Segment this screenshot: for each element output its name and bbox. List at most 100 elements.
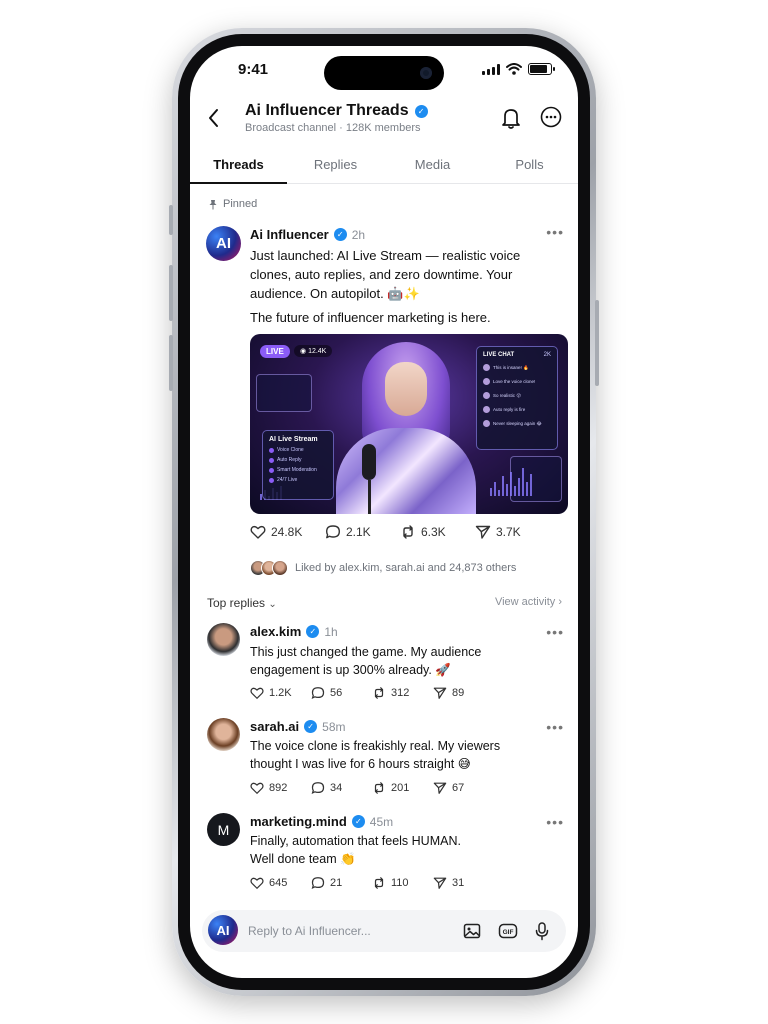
- comment-button[interactable]: 34: [311, 781, 372, 795]
- status-time: 9:41: [238, 61, 269, 78]
- comment-button[interactable]: 21: [311, 876, 372, 890]
- stream-card-title: AI Live Stream: [269, 436, 318, 443]
- stream-feature: 24/7 Live: [269, 477, 327, 483]
- comment-button[interactable]: 56: [311, 686, 372, 700]
- verified-icon: ✓: [414, 104, 428, 118]
- more-circle-icon[interactable]: [540, 106, 562, 128]
- reply-text-secondary: Well done team 👏: [250, 852, 356, 866]
- microphone-icon[interactable]: [532, 921, 552, 941]
- pinned-text: Pinned: [223, 198, 258, 210]
- like-button[interactable]: 24.8K: [250, 524, 325, 540]
- chevron-left-icon[interactable]: [204, 106, 224, 130]
- share-button[interactable]: 89: [433, 686, 494, 700]
- reply-header: marketing.mind ✓ 45m: [250, 814, 393, 829]
- verified-icon: ✓: [304, 720, 318, 733]
- avatar[interactable]: [207, 623, 240, 656]
- reply-author[interactable]: alex.kim: [250, 624, 301, 639]
- reply-more-icon[interactable]: •••: [546, 624, 564, 640]
- influencer-face: [385, 362, 427, 416]
- reply-actions: 892 34 201 67: [250, 781, 550, 795]
- reply-more-icon[interactable]: •••: [546, 719, 564, 735]
- post-avatar[interactable]: AI: [206, 226, 241, 261]
- post-actions: 24.8K 2.1K 6.3K 3.7K: [250, 524, 550, 540]
- reply-more-icon[interactable]: •••: [546, 814, 564, 830]
- gif-icon[interactable]: GIF: [498, 921, 518, 941]
- liked-by-avatars: [250, 560, 288, 576]
- svg-text:GIF: GIF: [503, 929, 514, 936]
- live-chat-header: LIVE CHAT 2K: [483, 352, 551, 358]
- tab-polls[interactable]: Polls: [481, 150, 578, 183]
- chat-message: So realistic 😮: [483, 392, 551, 399]
- reply-text: This just changed the game. My audience …: [250, 645, 482, 677]
- bell-icon[interactable]: [500, 106, 522, 130]
- channel-title: Ai Influencer Threads ✓: [245, 102, 428, 120]
- share-button[interactable]: 31: [433, 876, 494, 890]
- reply-author[interactable]: marketing.mind: [250, 814, 347, 829]
- liked-by[interactable]: Liked by alex.kim, sarah.ai and 24,873 o…: [250, 560, 516, 576]
- repost-button[interactable]: 201: [372, 781, 433, 795]
- live-chat-count: 2K: [543, 352, 551, 358]
- repost-button[interactable]: 312: [372, 686, 433, 700]
- like-count: 892: [269, 782, 288, 794]
- share-button[interactable]: 3.7K: [475, 524, 550, 540]
- action-button: [169, 205, 173, 235]
- reply-header: alex.kim ✓ 1h: [250, 624, 338, 639]
- send-icon: [433, 782, 447, 794]
- post-more-icon[interactable]: •••: [546, 224, 564, 240]
- reply-input[interactable]: [248, 920, 448, 942]
- stream-feature: Auto Reply: [269, 457, 327, 463]
- pinned-label: Pinned: [208, 198, 257, 210]
- battery-icon: [528, 63, 555, 75]
- post-author[interactable]: Ai Influencer: [250, 227, 329, 242]
- repost-button[interactable]: 110: [372, 876, 433, 890]
- tab-threads[interactable]: Threads: [190, 150, 287, 184]
- chevron-right-icon: ›: [558, 596, 562, 608]
- volume-up-button: [169, 265, 173, 321]
- background-chart: [490, 468, 532, 496]
- pin-icon: [209, 199, 217, 209]
- channel-subtitle: Broadcast channel · 128K members: [245, 122, 421, 134]
- heart-icon: [250, 687, 264, 700]
- like-button[interactable]: 645: [250, 876, 311, 890]
- stream-feature-card: AI Live Stream Voice Clone Auto Reply Sm…: [262, 430, 334, 500]
- reply-text: Finally, automation that feels HUMAN.: [250, 834, 461, 848]
- chevron-down-icon: ⌄: [268, 599, 277, 610]
- view-activity-link[interactable]: View activity ›: [495, 596, 562, 608]
- repost-count: 6.3K: [421, 525, 446, 539]
- reply-time: 1h: [324, 624, 338, 639]
- influencer-jacket: [336, 428, 476, 514]
- channel-header: Ai Influencer Threads ✓ Broadcast channe…: [190, 100, 578, 148]
- repost-icon: [374, 877, 384, 889]
- chat-message: Love the voice clone!: [483, 378, 551, 385]
- top-replies-sort[interactable]: Top replies ⌄: [207, 596, 277, 610]
- viewer-count-value: 12.4K: [308, 348, 327, 355]
- repost-icon: [374, 687, 384, 699]
- heart-icon: [250, 525, 266, 539]
- verified-icon: ✓: [333, 228, 347, 241]
- post-media-image[interactable]: LIVE ◉ 12.4K AI Live Stream Voice Clone …: [250, 334, 568, 514]
- comment-icon: [311, 687, 325, 700]
- avatar[interactable]: [207, 718, 240, 751]
- reply-actions: 1.2K 56 312 89: [250, 686, 550, 700]
- reply-author[interactable]: sarah.ai: [250, 719, 299, 734]
- avatar: [272, 560, 288, 576]
- wifi-icon: [506, 63, 522, 75]
- repost-button[interactable]: 6.3K: [400, 524, 475, 540]
- image-icon[interactable]: [462, 921, 482, 941]
- comment-button[interactable]: 2.1K: [325, 524, 400, 540]
- avatar[interactable]: M: [207, 813, 240, 846]
- channel-title-text: Ai Influencer Threads: [245, 102, 409, 119]
- repost-icon: [374, 782, 384, 794]
- like-button[interactable]: 892: [250, 781, 311, 795]
- repost-count: 201: [391, 782, 410, 794]
- post-time: 2h: [351, 227, 366, 242]
- reply-header: sarah.ai ✓ 58m: [250, 719, 346, 734]
- repost-icon: [403, 525, 413, 539]
- tab-media[interactable]: Media: [384, 150, 481, 183]
- send-icon: [433, 687, 447, 699]
- comment-count: 21: [330, 877, 343, 889]
- share-button[interactable]: 67: [433, 781, 494, 795]
- tab-replies[interactable]: Replies: [287, 150, 384, 183]
- like-button[interactable]: 1.2K: [250, 686, 311, 700]
- stream-feature: Smart Moderation: [269, 467, 327, 473]
